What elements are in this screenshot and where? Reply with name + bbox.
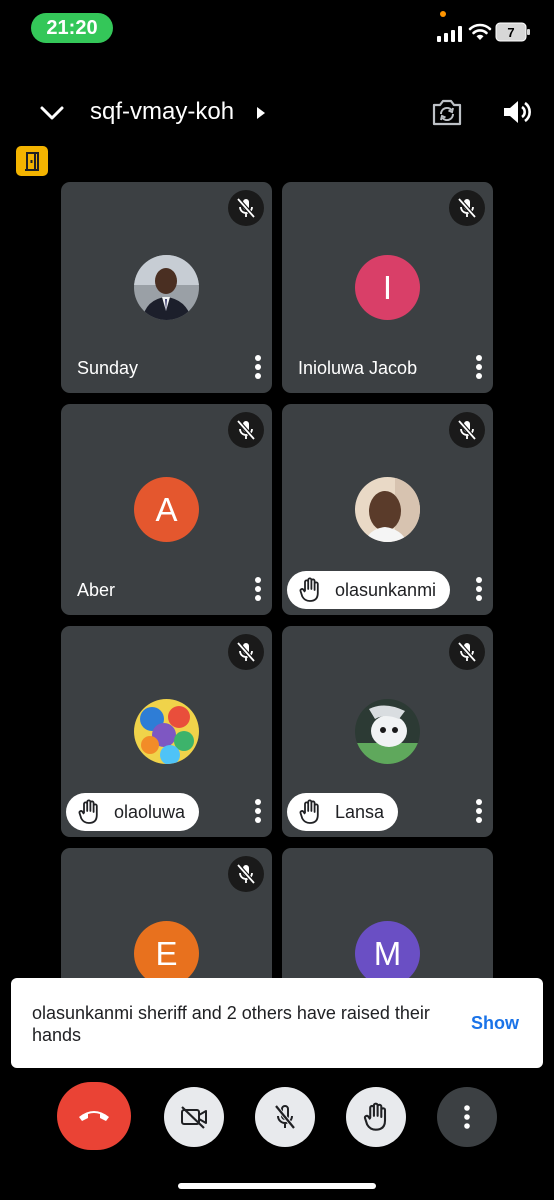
- participant-tile[interactable]: A Aber: [61, 404, 272, 615]
- more-vert-icon[interactable]: [471, 575, 487, 603]
- raised-hands-toast: olasunkanmi sheriff and 2 others have ra…: [11, 978, 543, 1068]
- mic-off-icon: [236, 197, 256, 219]
- more-options-button[interactable]: [437, 1087, 497, 1147]
- raised-hand-label: olasunkanmi: [287, 571, 451, 609]
- raise-hand-button[interactable]: [346, 1087, 406, 1147]
- more-vert-icon[interactable]: [471, 353, 487, 381]
- mic-off-icon: [457, 419, 477, 441]
- participant-tile[interactable]: I Inioluwa Jacob: [282, 182, 493, 393]
- participant-avatar: [355, 477, 420, 542]
- mic-off-indicator: [449, 190, 485, 226]
- raised-hand-icon: [299, 799, 319, 824]
- mic-off-indicator: [228, 412, 264, 448]
- raised-hand-label: olaoluwa: [66, 793, 200, 831]
- privacy-indicator-dot: [440, 11, 446, 17]
- mic-off-icon: [457, 641, 477, 663]
- toast-show-button[interactable]: Show: [471, 1013, 519, 1034]
- video-off-icon: [181, 1106, 207, 1129]
- participant-name: Lansa: [335, 801, 385, 822]
- mic-off-indicator: [228, 634, 264, 670]
- switch-camera-icon[interactable]: [430, 96, 464, 128]
- mic-off-indicator: [449, 412, 485, 448]
- door-icon: [25, 152, 39, 171]
- participant-tile[interactable]: olasunkanmi: [282, 404, 493, 615]
- chevron-down-icon[interactable]: [38, 100, 66, 126]
- participant-tile[interactable]: Sunday: [61, 182, 272, 393]
- mic-off-icon: [236, 641, 256, 663]
- mic-off-icon: [457, 197, 477, 219]
- participant-avatar: A: [134, 477, 199, 542]
- status-bar: 21:20 7: [0, 0, 554, 60]
- meeting-header: sqf-vmay-koh: [0, 88, 554, 138]
- participant-name: Inioluwa Jacob: [298, 358, 418, 378]
- mic-off-indicator: [228, 190, 264, 226]
- mic-off-indicator: [449, 634, 485, 670]
- participant-avatar: E: [134, 921, 199, 986]
- participant-name: Aber: [77, 580, 116, 600]
- raised-hand-icon: [299, 577, 319, 602]
- camera-toggle-button[interactable]: [164, 1087, 224, 1147]
- mic-off-icon: [274, 1104, 296, 1130]
- participant-avatar: [355, 699, 420, 764]
- mic-off-icon: [236, 419, 256, 441]
- participant-avatar: I: [355, 255, 420, 320]
- battery-level: 7: [507, 25, 514, 40]
- speaker-icon[interactable]: [500, 96, 534, 128]
- host-controls-badge[interactable]: [16, 146, 48, 176]
- participant-tile[interactable]: Lansa: [282, 626, 493, 837]
- more-vert-icon[interactable]: [250, 797, 266, 825]
- end-call-button[interactable]: [57, 1082, 131, 1150]
- cellular-signal-icon: [437, 26, 462, 42]
- status-time: 21:20: [31, 13, 113, 43]
- meeting-code[interactable]: sqf-vmay-koh: [90, 98, 234, 126]
- participant-name: olaoluwa: [114, 801, 186, 822]
- toast-message: olasunkanmi sheriff and 2 others have ra…: [32, 1003, 430, 1045]
- wifi-icon: [468, 23, 492, 40]
- mic-toggle-button[interactable]: [255, 1087, 315, 1147]
- participant-avatar: [134, 255, 199, 320]
- raised-hand-icon: [363, 1102, 387, 1131]
- home-indicator[interactable]: [178, 1183, 376, 1189]
- call-controls: [0, 1082, 554, 1157]
- raised-hand-label: Lansa: [287, 793, 399, 831]
- mic-off-indicator: [228, 856, 264, 892]
- participant-tile[interactable]: olaoluwa: [61, 626, 272, 837]
- battery-icon: 7: [495, 22, 530, 42]
- raised-hand-icon: [78, 799, 98, 824]
- participant-avatar: M: [355, 921, 420, 986]
- more-vert-icon[interactable]: [250, 353, 266, 381]
- caret-right-icon[interactable]: [256, 106, 266, 120]
- hang-up-icon: [79, 1111, 109, 1121]
- participant-avatar: [134, 699, 199, 764]
- more-vert-icon[interactable]: [471, 797, 487, 825]
- more-vert-icon[interactable]: [250, 575, 266, 603]
- participant-name: olasunkanmi: [335, 579, 437, 600]
- participant-name: Sunday: [77, 358, 139, 378]
- mic-off-icon: [236, 863, 256, 885]
- more-vert-icon: [464, 1105, 470, 1129]
